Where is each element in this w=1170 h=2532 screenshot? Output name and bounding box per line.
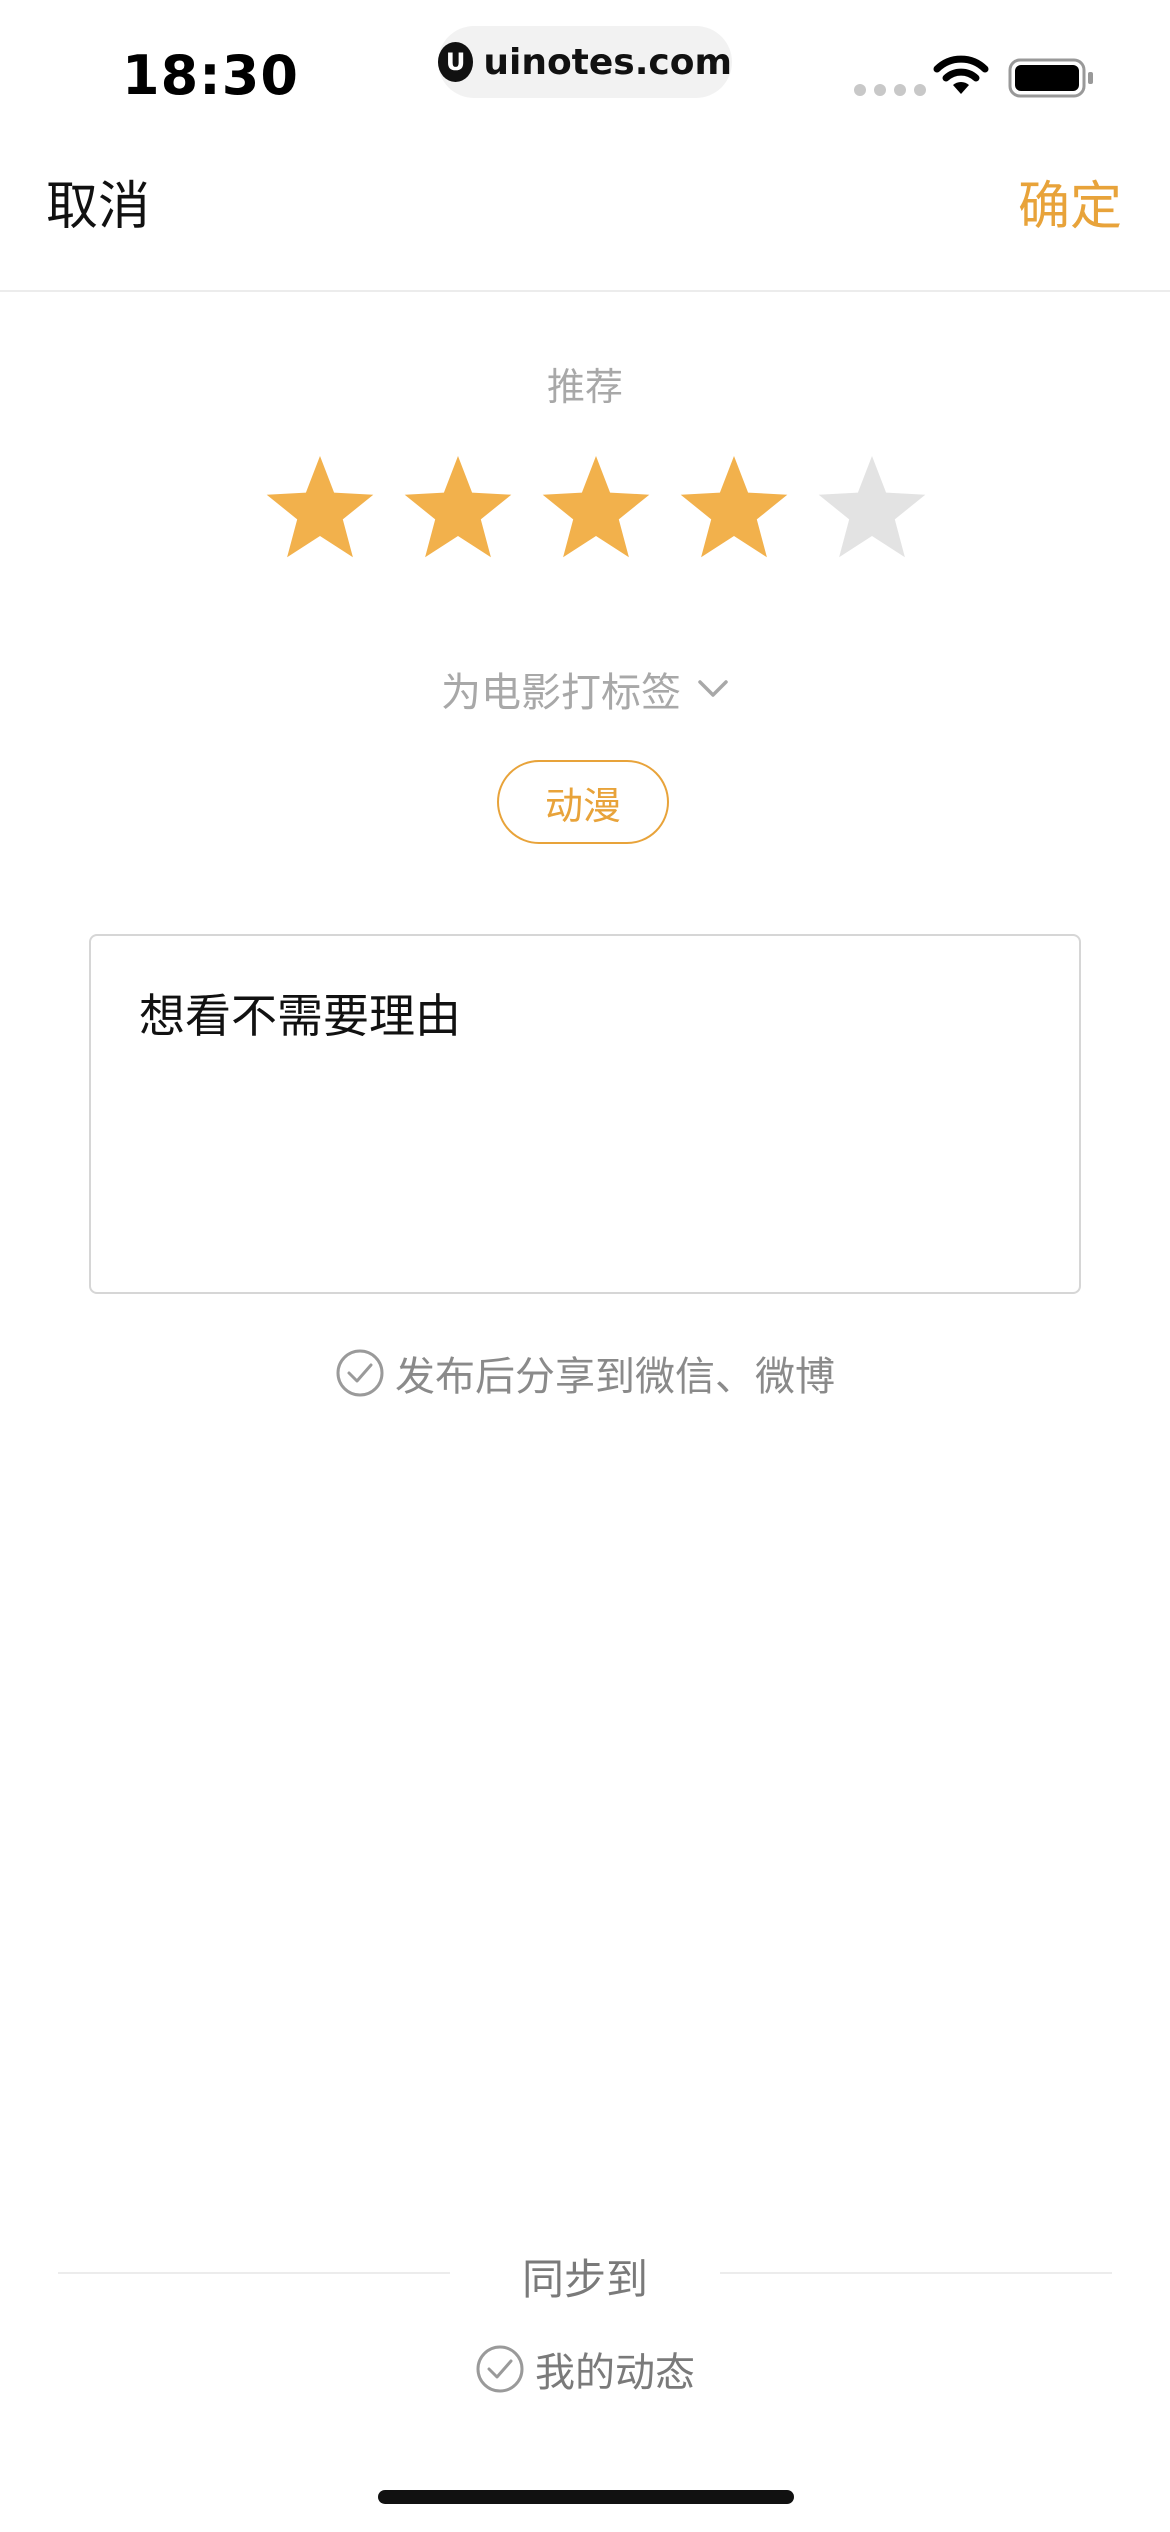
signal-dots-icon: [854, 84, 926, 96]
star-filled-icon[interactable]: [676, 452, 792, 564]
check-circle-icon: [476, 2345, 524, 2393]
chevron-down-icon: [698, 680, 728, 697]
check-circle-icon: [336, 1349, 384, 1397]
star-filled-icon[interactable]: [538, 452, 654, 564]
sync-label: 同步到: [521, 2255, 648, 2304]
confirm-button[interactable]: 确定: [1018, 164, 1122, 239]
wifi-icon: [933, 55, 989, 94]
star-filled-icon[interactable]: [262, 452, 378, 564]
battery-icon: [1008, 58, 1093, 98]
tag-chip-selected[interactable]: 动漫: [497, 760, 669, 844]
rating-label: 推荐: [546, 365, 623, 409]
uinotes-logo-icon: U: [438, 42, 474, 82]
star-empty-icon[interactable]: [814, 452, 930, 564]
home-indicator: [378, 2490, 794, 2504]
share-label: 发布后分享到微信、微博: [395, 1354, 835, 1400]
sync-option-label: 我的动态: [535, 2350, 695, 2396]
tag-header-label: 为电影打标签: [441, 670, 681, 716]
status-time: 18:30: [122, 44, 299, 107]
star-filled-icon[interactable]: [400, 452, 516, 564]
tag-dropdown-toggle[interactable]: 为电影打标签: [0, 660, 1170, 718]
star-rating[interactable]: [262, 452, 930, 564]
share-toggle[interactable]: 发布后分享到微信、微博: [0, 1344, 1170, 1402]
status-bar: 18:30 U uinotes.com: [0, 0, 1170, 140]
sync-my-feed-toggle[interactable]: 我的动态: [0, 2340, 1170, 2398]
url-pill[interactable]: U uinotes.com: [438, 26, 732, 98]
comment-textarea[interactable]: 想看不需要理由: [89, 934, 1081, 1294]
cancel-button[interactable]: 取消: [46, 164, 150, 239]
nav-bar: 取消 确定: [0, 140, 1170, 292]
url-text: uinotes.com: [483, 41, 732, 83]
